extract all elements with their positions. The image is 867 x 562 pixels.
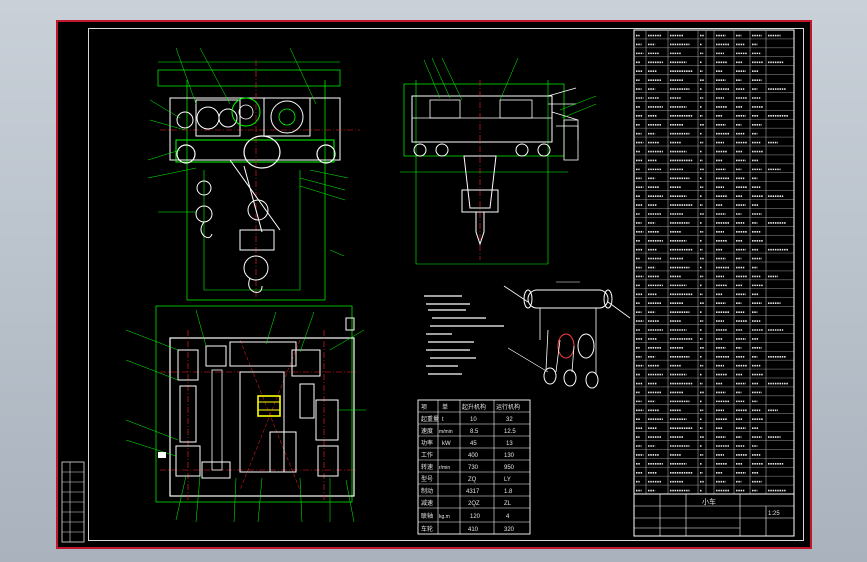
spec-r0-c3: 32 <box>506 417 513 423</box>
spec-r1-c1: m/min <box>439 429 453 435</box>
hook-icon <box>200 221 213 239</box>
spec-r8-c0: 联轴 <box>421 512 433 520</box>
spec-r9-c2: 410 <box>468 527 479 533</box>
technical-notes-block <box>424 295 504 375</box>
plan-view <box>125 305 366 523</box>
spec-header-2: 起升机构 <box>462 403 486 411</box>
spec-r0-c0: 起重量 <box>421 415 439 423</box>
spec-r5-c3: LY <box>504 477 511 483</box>
spec-r1-c0: 速度 <box>421 427 433 435</box>
spec-r4-c0: 转速 <box>421 463 433 471</box>
spec-r0-c2: 10 <box>470 417 477 423</box>
parts-list <box>633 29 795 495</box>
spec-table: 项 单 起升机构 运行机构 起重量 t 10 32 速度 m/min 8.5 1… <box>417 399 531 535</box>
drum-icon <box>243 135 281 169</box>
spec-r6-c2: 4317 <box>466 489 480 495</box>
spec-r4-c2: 730 <box>468 465 479 471</box>
spec-header-1: 单 <box>442 403 448 411</box>
spec-r3-c3: 130 <box>504 453 515 459</box>
title-block-scale: 1:25 <box>768 511 780 517</box>
spec-r9-c3: 320 <box>504 527 515 533</box>
spec-r0-c1: t <box>442 417 444 423</box>
gear-icon <box>196 106 220 130</box>
title-block-name: 小车 <box>702 497 716 506</box>
spec-header-3: 运行机构 <box>496 403 520 411</box>
spec-r4-c3: 950 <box>504 465 515 471</box>
spec-r8-c3: 4 <box>506 514 510 520</box>
spec-r3-c2: 400 <box>468 453 479 459</box>
spec-r2-c3: 13 <box>506 441 513 447</box>
drawing-canvas: 项 单 起升机构 运行机构 起重量 t 10 32 速度 m/min 8.5 1… <box>61 29 795 543</box>
spec-r8-c2: 120 <box>470 514 481 520</box>
spec-r2-c2: 45 <box>470 441 477 447</box>
spec-r9-c0: 车轮 <box>421 525 433 533</box>
spec-r2-c0: 功率 <box>421 439 433 447</box>
spec-r5-c2: ZQ <box>468 477 477 483</box>
spec-r4-c1: r/min <box>439 465 450 471</box>
spec-r8-c1: kg.m <box>439 514 450 520</box>
spec-r5-c0: 型号 <box>421 475 433 483</box>
title-block: 小车 1:25 <box>633 493 795 537</box>
spec-r2-c1: kW <box>442 441 451 447</box>
rope-reeving-diagram <box>503 281 631 389</box>
cad-viewport[interactable]: 项 单 起升机构 运行机构 起重量 t 10 32 速度 m/min 8.5 1… <box>0 0 867 562</box>
spec-r7-c2: 2QZ <box>468 501 480 507</box>
left-stamp-box <box>61 461 85 543</box>
spec-r3-c0: 工作 <box>421 451 433 459</box>
spec-r7-c0: 减速 <box>421 499 433 507</box>
spec-r7-c3: ZL <box>504 501 512 507</box>
spec-r6-c0: 制动 <box>421 487 433 495</box>
side-elevation-view <box>400 57 597 265</box>
front-elevation-view <box>147 47 360 301</box>
spec-r1-c3: 12.5 <box>504 429 516 435</box>
spec-r1-c2: 8.5 <box>470 429 479 435</box>
spec-r6-c3: 1.8 <box>504 489 513 495</box>
spec-header-0: 项 <box>421 404 427 411</box>
